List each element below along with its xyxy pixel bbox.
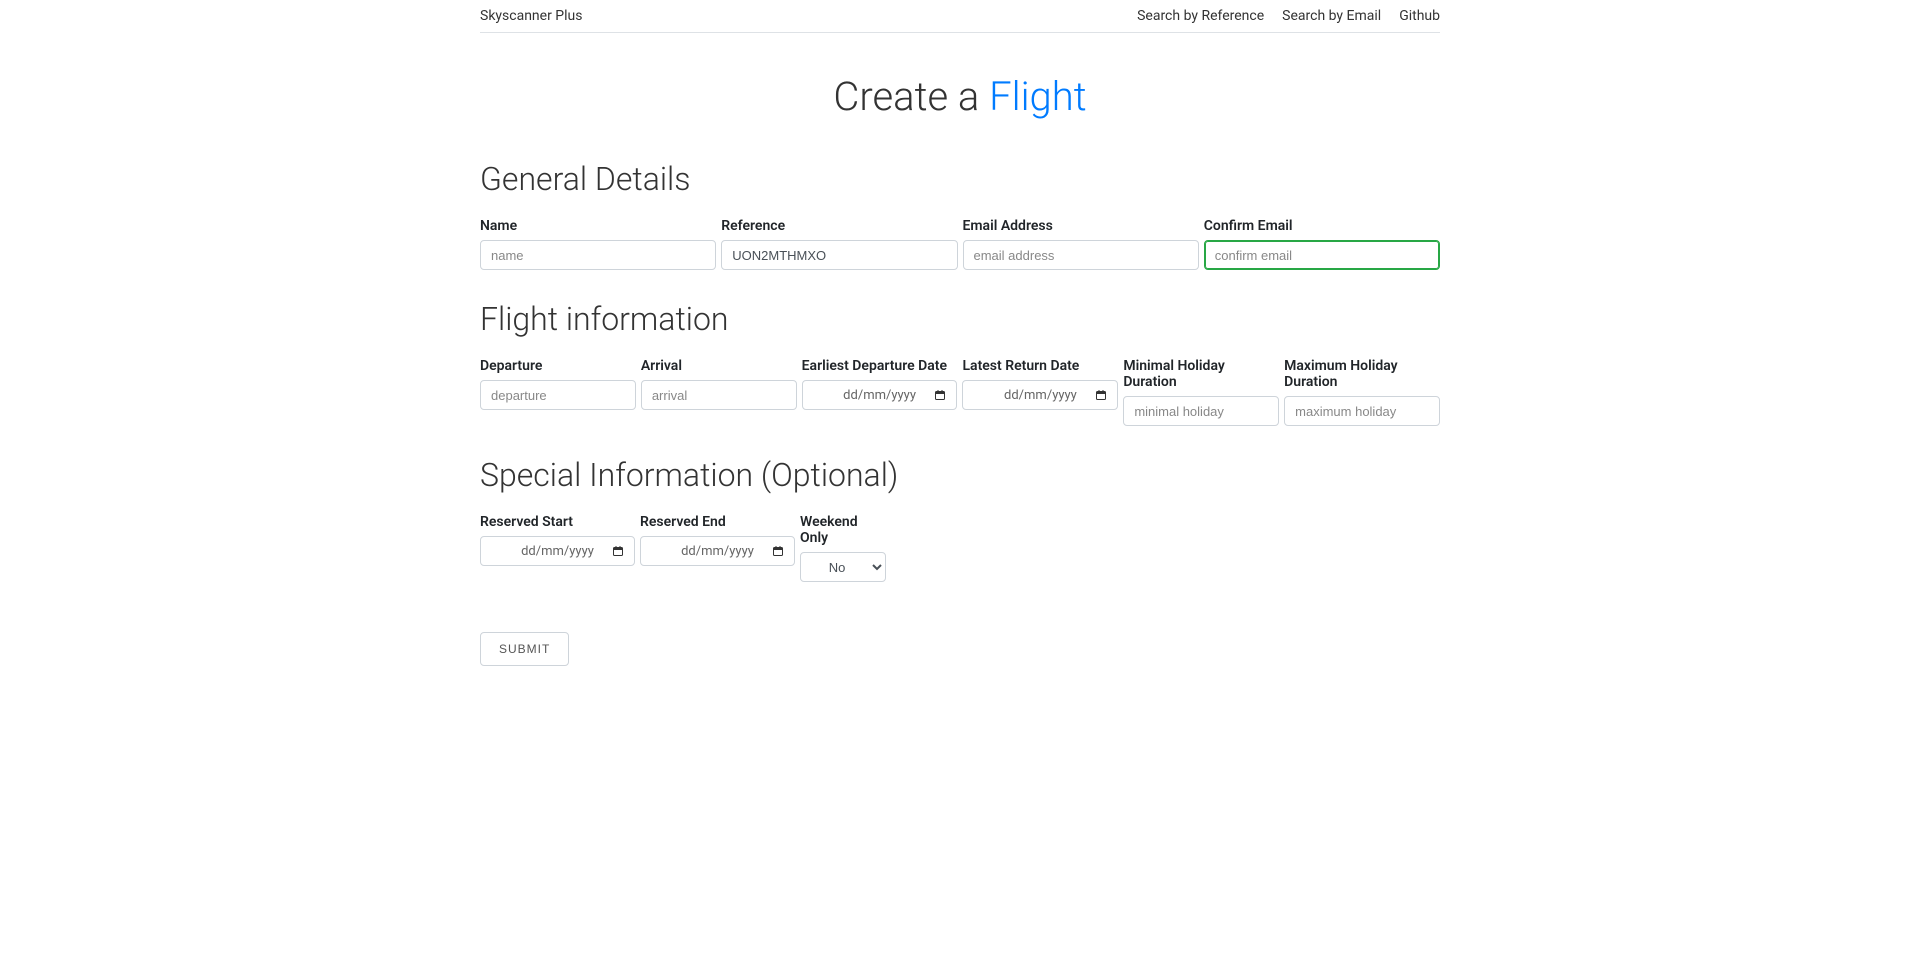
page-title-prefix: Create a xyxy=(833,73,989,120)
calendar-icon xyxy=(1095,389,1107,401)
min-holiday-input[interactable] xyxy=(1123,396,1279,426)
name-label: Name xyxy=(480,218,716,234)
earliest-departure-placeholder: dd/mm/yyyy xyxy=(843,388,916,403)
departure-label: Departure xyxy=(480,358,636,374)
form-group-departure: Departure xyxy=(480,358,636,426)
page-title-accent: Flight xyxy=(989,73,1087,120)
min-holiday-label: Minimal Holiday Duration xyxy=(1123,358,1279,390)
reserved-start-label: Reserved Start xyxy=(480,514,635,530)
earliest-departure-label: Earliest Departure Date xyxy=(802,358,958,374)
reserved-end-label: Reserved End xyxy=(640,514,795,530)
form-group-min-holiday: Minimal Holiday Duration xyxy=(1123,358,1279,426)
name-input[interactable] xyxy=(480,240,716,270)
latest-return-input[interactable]: dd/mm/yyyy xyxy=(962,380,1118,410)
nav-link-search-reference[interactable]: Search by Reference xyxy=(1137,8,1264,24)
confirm-email-label: Confirm Email xyxy=(1204,218,1440,234)
email-label: Email Address xyxy=(963,218,1199,234)
navbar-links: Search by Reference Search by Email Gith… xyxy=(1137,8,1440,24)
nav-link-github[interactable]: Github xyxy=(1399,8,1440,24)
email-input[interactable] xyxy=(963,240,1199,270)
form-group-weekend-only: Weekend Only No xyxy=(800,514,886,582)
latest-return-label: Latest Return Date xyxy=(962,358,1118,374)
navbar: Skyscanner Plus Search by Reference Sear… xyxy=(480,0,1440,33)
max-holiday-label: Maximum Holiday Duration xyxy=(1284,358,1440,390)
calendar-icon xyxy=(772,545,784,557)
departure-input[interactable] xyxy=(480,380,636,410)
max-holiday-input[interactable] xyxy=(1284,396,1440,426)
earliest-departure-input[interactable]: dd/mm/yyyy xyxy=(802,380,958,410)
form-group-arrival: Arrival xyxy=(641,358,797,426)
general-details-row: Name Reference Email Address Confirm Ema… xyxy=(480,218,1440,270)
arrival-input[interactable] xyxy=(641,380,797,410)
confirm-email-input[interactable] xyxy=(1204,240,1440,270)
form-group-earliest-departure: Earliest Departure Date dd/mm/yyyy xyxy=(802,358,958,426)
reserved-end-placeholder: dd/mm/yyyy xyxy=(681,544,754,559)
form-group-reserved-start: Reserved Start dd/mm/yyyy xyxy=(480,514,635,582)
form-group-email: Email Address xyxy=(963,218,1199,270)
section-heading-general: General Details xyxy=(480,160,1440,198)
calendar-icon xyxy=(612,545,624,557)
submit-button[interactable]: Submit xyxy=(480,632,569,666)
latest-return-placeholder: dd/mm/yyyy xyxy=(1004,388,1077,403)
reserved-start-placeholder: dd/mm/yyyy xyxy=(521,544,594,559)
special-info-row: Reserved Start dd/mm/yyyy Reserved End d… xyxy=(480,514,1440,582)
weekend-only-select[interactable]: No xyxy=(800,552,886,582)
form-group-max-holiday: Maximum Holiday Duration xyxy=(1284,358,1440,426)
form-group-reference: Reference xyxy=(721,218,957,270)
navbar-brand[interactable]: Skyscanner Plus xyxy=(480,8,582,24)
reference-label: Reference xyxy=(721,218,957,234)
calendar-icon xyxy=(934,389,946,401)
page-title: Create a Flight xyxy=(480,73,1440,120)
form-group-latest-return: Latest Return Date dd/mm/yyyy xyxy=(962,358,1118,426)
form-group-name: Name xyxy=(480,218,716,270)
arrival-label: Arrival xyxy=(641,358,797,374)
weekend-only-label: Weekend Only xyxy=(800,514,886,546)
reserved-end-input[interactable]: dd/mm/yyyy xyxy=(640,536,795,566)
section-heading-flight: Flight information xyxy=(480,300,1440,338)
form-group-reserved-end: Reserved End dd/mm/yyyy xyxy=(640,514,795,582)
flight-info-row: Departure Arrival Earliest Departure Dat… xyxy=(480,358,1440,426)
section-heading-special: Special Information (Optional) xyxy=(480,456,1440,494)
reserved-start-input[interactable]: dd/mm/yyyy xyxy=(480,536,635,566)
reference-input[interactable] xyxy=(721,240,957,270)
form-group-confirm-email: Confirm Email xyxy=(1204,218,1440,270)
nav-link-search-email[interactable]: Search by Email xyxy=(1282,8,1381,24)
